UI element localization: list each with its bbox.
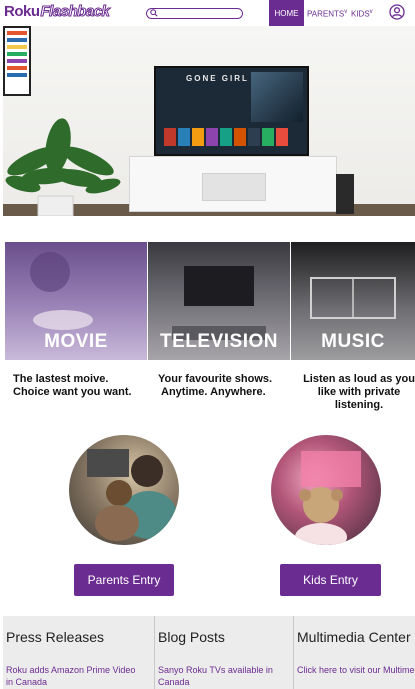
top-header: RokuFlashback HOME PARENTSv KIDSv (0, 0, 415, 26)
footer-multimedia-title: Multimedia Center (297, 629, 411, 645)
category-music-label: MUSIC (321, 331, 385, 352)
tv-title: GONE GIRL (186, 74, 249, 83)
category-movie-label: MOVIE (44, 331, 108, 352)
footer: Press Releases Roku adds Amazon Prime Vi… (3, 616, 415, 689)
parents-entry-button[interactable]: Parents Entry (74, 564, 174, 596)
category-television-label: TELEVISION (160, 331, 278, 352)
nav-parents[interactable]: PARENTSv (307, 9, 347, 19)
chevron-down-icon: v (369, 9, 373, 15)
category-music-desc: Listen as loud as you like with private … (303, 373, 415, 411)
footer-blog-link[interactable]: Sanyo Roku TVs available in Canada (158, 664, 273, 688)
kids-entry-button[interactable]: Kids Entry (280, 564, 381, 596)
search-input[interactable] (146, 8, 243, 19)
tv-screen: GONE GIRL (154, 66, 309, 156)
category-music-tile[interactable]: MUSIC (291, 242, 415, 360)
footer-multimedia-center: Multimedia Center Click here to visit ou… (293, 616, 415, 689)
nav-kids[interactable]: KIDSv (351, 9, 373, 19)
hero-image: GONE GIRL (3, 26, 415, 216)
kids-photo (271, 435, 381, 545)
category-movie-desc: The lastest moive. Choice want you want. (13, 373, 132, 398)
tv-stand (129, 156, 337, 212)
page: RokuFlashback HOME PARENTSv KIDSv GONE G… (0, 0, 415, 689)
nav-parents-label: PARENTS (307, 9, 345, 19)
wall-poster (3, 26, 31, 96)
logo-brand: Roku (4, 3, 40, 20)
category-television-tile[interactable]: TELEVISION (148, 242, 290, 360)
category-tiles: MOVIE TELEVISION MUSIC (5, 242, 415, 360)
chevron-down-icon: v (344, 9, 348, 15)
category-television-desc: Your favourite shows. Anytime. Anywhere. (158, 373, 273, 398)
footer-blog-posts: Blog Posts Sanyo Roku TVs available in C… (154, 616, 290, 689)
footer-multimedia-link[interactable]: Click here to visit our Multimedia (297, 664, 415, 676)
nav-home[interactable]: HOME (269, 0, 304, 26)
footer-press-title: Press Releases (6, 629, 105, 645)
speaker (336, 174, 354, 214)
site-logo[interactable]: RokuFlashback (4, 3, 110, 21)
parents-photo (69, 435, 179, 545)
footer-blog-title: Blog Posts (158, 629, 225, 645)
footer-press-link[interactable]: Roku adds Amazon Prime Video in Canada (6, 664, 135, 688)
footer-press-releases: Press Releases Roku adds Amazon Prime Vi… (3, 616, 150, 689)
tv-poster-row (164, 128, 304, 146)
plant (5, 118, 121, 216)
user-account-icon[interactable] (389, 4, 405, 20)
category-movie-tile[interactable]: MOVIE (5, 242, 147, 360)
search-icon (150, 9, 158, 17)
logo-sub: Flashback (40, 3, 110, 21)
nav-kids-label: KIDS (351, 9, 370, 19)
